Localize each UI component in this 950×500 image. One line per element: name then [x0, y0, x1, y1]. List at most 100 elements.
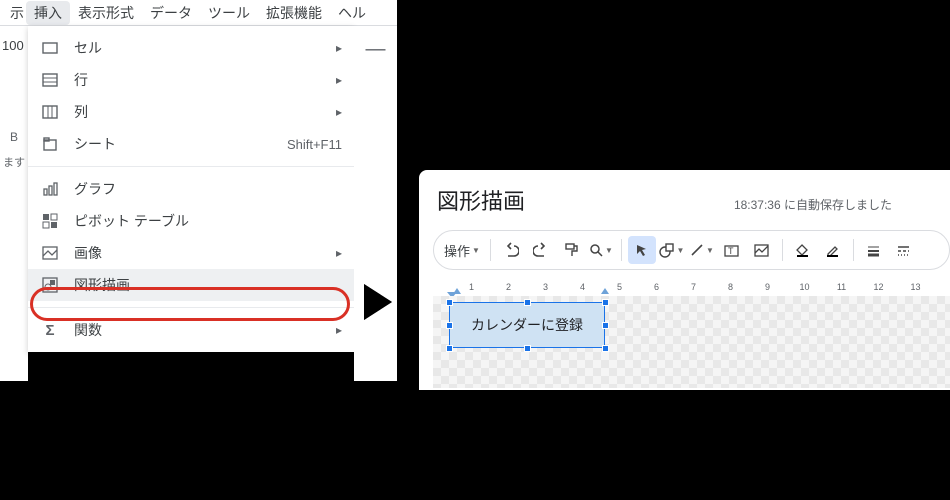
- resize-handle-ne[interactable]: [602, 299, 609, 306]
- selection-outline: [449, 302, 605, 348]
- drawing-toolbar: 操作▼ ▼ ▼ ▼ T: [433, 230, 950, 270]
- menu-insert[interactable]: 挿入: [26, 1, 70, 25]
- drawing-title: 図形描画: [437, 184, 525, 216]
- chevron-right-icon: ▸: [336, 105, 342, 119]
- columns-icon: [40, 102, 60, 122]
- border-dash-button[interactable]: [890, 236, 918, 264]
- redo-button[interactable]: [527, 236, 555, 264]
- menubar-leading-fragment: 示: [2, 1, 26, 25]
- drawing-canvas-area: 1 2 3 4 5 6 7 8 9 10 11 12 13 カレンダーに登録: [433, 278, 950, 388]
- resize-handle-se[interactable]: [602, 345, 609, 352]
- toolbar-sliver: —: [354, 26, 397, 381]
- toolbar-separator: [621, 239, 622, 261]
- resize-handle-e[interactable]: [602, 322, 609, 329]
- ruler-num: 3: [527, 282, 564, 292]
- resize-handle-sw[interactable]: [446, 345, 453, 352]
- toolbar-separator: [782, 239, 783, 261]
- ruler-num: 9: [749, 282, 786, 292]
- pivot-icon: [40, 211, 60, 231]
- menu-item-label: 画像: [74, 243, 336, 263]
- chevron-down-icon: ▼: [676, 246, 684, 255]
- zoom-value[interactable]: 100: [0, 26, 28, 70]
- cell-fragment: ます: [0, 154, 28, 170]
- drawing-dialog: 図形描画 18:37:36 に自動保存しました 操作▼ ▼ ▼ ▼ T 1: [419, 170, 950, 390]
- ruler-num: 8: [712, 282, 749, 292]
- shape-tool-button[interactable]: ▼: [658, 236, 686, 264]
- chevron-right-icon: ▸: [336, 73, 342, 87]
- menu-item-cells[interactable]: セル ▸: [28, 32, 354, 64]
- menu-format[interactable]: 表示形式: [70, 1, 142, 25]
- status-suffix: に自動保存しました: [781, 198, 892, 212]
- menu-item-label: グラフ: [74, 179, 342, 199]
- ruler-num: 1: [453, 282, 490, 292]
- svg-text:T: T: [728, 246, 734, 256]
- menu-item-rows[interactable]: 行 ▸: [28, 64, 354, 96]
- ruler-num: 4: [564, 282, 601, 292]
- border-weight-button[interactable]: [860, 236, 888, 264]
- menu-separator: [28, 166, 354, 167]
- paint-format-button[interactable]: [557, 236, 585, 264]
- sheet-icon: [40, 134, 60, 154]
- menu-item-image[interactable]: 画像 ▸: [28, 237, 354, 269]
- insert-image-button[interactable]: [748, 236, 776, 264]
- column-header-b[interactable]: B: [0, 130, 28, 144]
- menu-item-label: 列: [74, 102, 336, 122]
- ruler-num: 13: [897, 282, 934, 292]
- border-color-button[interactable]: [819, 236, 847, 264]
- chevron-down-icon: ▼: [472, 246, 480, 255]
- drawing-autosave-status: 18:37:36 に自動保存しました: [734, 196, 932, 213]
- ruler-ticks: 1 2 3 4 5 6 7 8 9 10 11 12 13: [453, 282, 950, 292]
- horizontal-ruler[interactable]: 1 2 3 4 5 6 7 8 9 10 11 12 13: [433, 278, 950, 296]
- menu-item-label: 行: [74, 70, 336, 90]
- menu-tools[interactable]: ツール: [200, 1, 258, 25]
- menu-item-function[interactable]: Σ 関数 ▸: [28, 314, 354, 346]
- menu-item-drawing[interactable]: 図形描画: [28, 269, 354, 301]
- toolbar-separator: [490, 239, 491, 261]
- ruler-num: 5: [601, 282, 638, 292]
- menu-item-label: シート: [74, 134, 287, 154]
- select-tool-button[interactable]: [628, 236, 656, 264]
- toolbar-overflow-dash[interactable]: —: [354, 28, 397, 70]
- ruler-num: 2: [490, 282, 527, 292]
- chevron-right-icon: ▸: [336, 323, 342, 337]
- textbox-tool-button[interactable]: T: [718, 236, 746, 264]
- line-tool-button[interactable]: ▼: [688, 236, 716, 264]
- chevron-right-icon: ▸: [336, 41, 342, 55]
- menubar: 示 挿入 表示形式 データ ツール 拡張機能 ヘル: [0, 0, 397, 26]
- sigma-icon: Σ: [40, 320, 60, 340]
- toolbar-separator: [853, 239, 854, 261]
- resize-handle-n[interactable]: [524, 299, 531, 306]
- drawing-header: 図形描画 18:37:36 に自動保存しました: [419, 170, 950, 226]
- actions-menu-button[interactable]: 操作▼: [440, 236, 484, 264]
- annotation-arrow-icon: [364, 284, 392, 320]
- menu-item-pivot[interactable]: ピボット テーブル: [28, 205, 354, 237]
- resize-handle-s[interactable]: [524, 345, 531, 352]
- menu-item-label: 図形描画: [74, 275, 342, 295]
- left-toolbar-strip: 100 B ます: [0, 26, 28, 381]
- status-time: 18:37:36: [734, 198, 781, 212]
- menu-data[interactable]: データ: [142, 1, 200, 25]
- sheets-panel: 示 挿入 表示形式 データ ツール 拡張機能 ヘル: [0, 0, 397, 26]
- resize-handle-w[interactable]: [446, 322, 453, 329]
- menu-item-sheet[interactable]: シート Shift+F11: [28, 128, 354, 160]
- menu-item-label: ピボット テーブル: [74, 211, 342, 231]
- menu-item-columns[interactable]: 列 ▸: [28, 96, 354, 128]
- image-icon: [40, 243, 60, 263]
- cell-icon: [40, 38, 60, 58]
- resize-handle-nw[interactable]: [446, 299, 453, 306]
- ruler-num: 12: [860, 282, 897, 292]
- menu-help[interactable]: ヘル: [330, 1, 374, 25]
- insert-dropdown: セル ▸ 行 ▸ 列 ▸ シート Shift+F11 グラフ ピボット テーブル…: [28, 26, 354, 352]
- menu-item-chart[interactable]: グラフ: [28, 173, 354, 205]
- menu-addons[interactable]: 拡張機能: [258, 1, 330, 25]
- ruler-num: 11: [823, 282, 860, 292]
- fill-color-button[interactable]: [789, 236, 817, 264]
- rows-icon: [40, 70, 60, 90]
- ruler-num: 6: [638, 282, 675, 292]
- menu-item-shortcut: Shift+F11: [287, 137, 342, 152]
- undo-button[interactable]: [497, 236, 525, 264]
- menu-separator: [28, 307, 354, 308]
- actions-label: 操作: [444, 241, 470, 260]
- zoom-button[interactable]: ▼: [587, 236, 615, 264]
- ruler-num: 7: [675, 282, 712, 292]
